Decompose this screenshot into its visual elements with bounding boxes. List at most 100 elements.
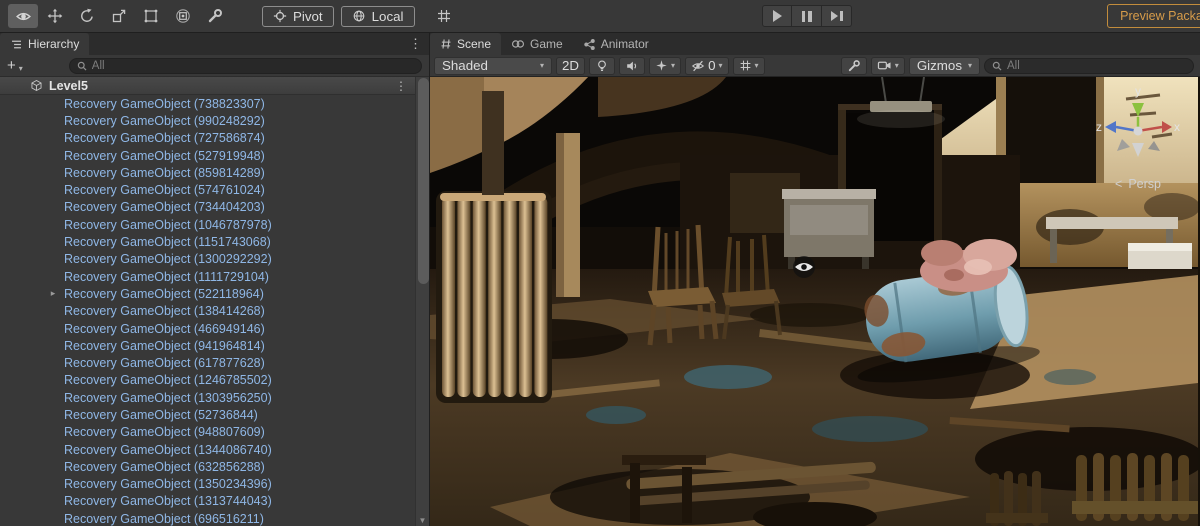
hierarchy-item[interactable]: Recovery GameObject (138414268) <box>0 303 429 320</box>
hierarchy-item[interactable]: Recovery GameObject (727586874) <box>0 130 429 147</box>
hierarchy-tab-label: Hierarchy <box>28 37 80 51</box>
hierarchy-item-label: Recovery GameObject (1046787978) <box>64 217 272 232</box>
chevron-down-icon: ▾ <box>718 61 723 70</box>
hierarchy-item[interactable]: Recovery GameObject (990248292) <box>0 112 429 129</box>
hierarchy-item[interactable]: Recovery GameObject (1111729104) <box>0 268 429 285</box>
game-tab-label: Game <box>530 37 563 51</box>
scene-audio-button[interactable] <box>619 56 646 75</box>
unity-editor: { "toolbar": { "pivot_label": "Pivot", "… <box>0 0 1200 526</box>
grid-snap-icon <box>436 8 452 24</box>
gizmos-dropdown[interactable]: Gizmos ▾ <box>908 56 980 75</box>
hierarchy-item[interactable]: Recovery GameObject (941964814) <box>0 337 429 354</box>
pivot-local-toggles: Pivot Local <box>262 5 415 27</box>
scene-lighting-button[interactable] <box>589 56 616 75</box>
hierarchy-item[interactable]: Recovery GameObject (1350234396) <box>0 476 429 493</box>
hierarchy-search-input[interactable] <box>91 59 415 72</box>
rotate-tool-button[interactable] <box>72 4 102 28</box>
radiator[interactable] <box>436 191 552 403</box>
globe-icon <box>352 9 366 23</box>
shading-mode-dropdown[interactable]: Shaded ▾ <box>434 56 552 75</box>
axis-x-label[interactable]: x <box>1174 120 1180 134</box>
hierarchy-item[interactable]: Recovery GameObject (1303956250) <box>0 389 429 406</box>
scrollbar-thumb[interactable] <box>417 78 429 284</box>
preview-packages-badge[interactable]: Preview Packages <box>1107 4 1200 28</box>
hierarchy-item[interactable]: Recovery GameObject (696516211) <box>0 510 429 526</box>
tab-game[interactable]: Game <box>501 33 573 55</box>
scene-search-input[interactable] <box>1007 59 1187 72</box>
search-icon <box>991 60 1003 72</box>
tab-animator[interactable]: Animator <box>573 33 659 55</box>
hierarchy-item[interactable]: Recovery GameObject (1300292292) <box>0 251 429 268</box>
hierarchy-item[interactable]: Recovery GameObject (52736844) <box>0 406 429 423</box>
rotate-icon <box>79 8 95 24</box>
chevron-down-icon: ▾ <box>894 61 899 70</box>
editor-tools-button[interactable] <box>840 56 867 75</box>
hierarchy-item[interactable]: Recovery GameObject (738823307) <box>0 95 429 112</box>
custom-tool-button[interactable] <box>200 4 230 28</box>
grid-snap-button[interactable] <box>429 4 459 28</box>
hierarchy-item[interactable]: Recovery GameObject (574761024) <box>0 181 429 198</box>
scene-tab-label: Scene <box>457 37 492 51</box>
scene-search[interactable] <box>984 57 1194 74</box>
step-icon <box>830 11 843 21</box>
foldout-icon[interactable]: ▸ <box>46 288 60 299</box>
create-object-button[interactable]: + ▾ <box>7 58 23 73</box>
hierarchy-item[interactable]: Recovery GameObject (617877628) <box>0 354 429 371</box>
hierarchy-item[interactable]: Recovery GameObject (1246785502) <box>0 372 429 389</box>
hierarchy-tabstrip: Hierarchy ⋮ <box>0 33 429 55</box>
scrollbar-down-icon[interactable]: ▼ <box>416 516 429 525</box>
hierarchy-panel-icon <box>10 38 23 51</box>
rect-tool-button[interactable] <box>136 4 166 28</box>
orientation-gizmo[interactable]: y x z <box>1092 79 1184 175</box>
scene-effects-dropdown[interactable]: ▾ <box>649 56 682 75</box>
hierarchy-item[interactable]: Recovery GameObject (1313744043) <box>0 493 429 510</box>
move-tool-button[interactable] <box>40 4 70 28</box>
hierarchy-item[interactable]: Recovery GameObject (948807609) <box>0 424 429 441</box>
scene-visibility-eye-icon[interactable] <box>793 256 815 278</box>
scene-row-level5[interactable]: Level5 ⋮ <box>0 77 429 95</box>
transform-tools <box>8 4 230 28</box>
pause-button[interactable] <box>792 5 822 27</box>
2d-toggle-button[interactable]: 2D <box>556 56 586 75</box>
hierarchy-item-label: Recovery GameObject (941964814) <box>64 338 265 353</box>
shading-mode-label: Shaded <box>442 58 488 73</box>
hierarchy-item[interactable]: Recovery GameObject (466949146) <box>0 320 429 337</box>
hierarchy-item-label: Recovery GameObject (574761024) <box>64 183 265 198</box>
pivot-toggle[interactable]: Pivot <box>262 5 334 27</box>
scene-visibility-button[interactable]: 0 ▾ <box>685 56 729 75</box>
hierarchy-search[interactable] <box>68 57 422 74</box>
scene-viewport[interactable]: y x z < Persp <box>430 77 1200 526</box>
hierarchy-menu-button[interactable]: ⋮ <box>409 36 422 52</box>
rect-tool-icon <box>143 8 159 24</box>
hierarchy-item[interactable]: Recovery GameObject (859814289) <box>0 164 429 181</box>
hierarchy-item[interactable]: ▸ Recovery GameObject (522118964) <box>0 285 429 302</box>
scene-tab-icon <box>440 38 452 50</box>
scene-menu-button[interactable]: ⋮ <box>395 79 407 93</box>
scene-grid-dropdown[interactable]: ▾ <box>732 56 765 75</box>
hierarchy-item[interactable]: Recovery GameObject (632856288) <box>0 458 429 475</box>
projection-toggle[interactable]: < Persp <box>1090 177 1186 191</box>
axis-z-label[interactable]: z <box>1096 120 1102 134</box>
hierarchy-item-label: Recovery GameObject (738823307) <box>64 96 265 111</box>
tab-scene[interactable]: Scene <box>430 33 502 55</box>
view-tool-button[interactable] <box>8 4 38 28</box>
hierarchy-item[interactable]: Recovery GameObject (1151743068) <box>0 233 429 250</box>
hierarchy-item[interactable]: Recovery GameObject (1344086740) <box>0 441 429 458</box>
hierarchy-scrollbar[interactable]: ▼ <box>415 77 429 526</box>
scene-tabstrip: Scene Game Animator <box>430 33 1200 55</box>
scale-tool-button[interactable] <box>104 4 134 28</box>
scene-render[interactable] <box>430 77 1198 526</box>
camera-settings-dropdown[interactable]: ▾ <box>870 56 905 75</box>
transform-tool-button[interactable] <box>168 4 198 28</box>
hierarchy-item[interactable]: Recovery GameObject (734404203) <box>0 199 429 216</box>
hierarchy-item[interactable]: Recovery GameObject (527919948) <box>0 147 429 164</box>
tab-hierarchy[interactable]: Hierarchy <box>0 33 90 55</box>
hierarchy-item-label: Recovery GameObject (466949146) <box>64 321 265 336</box>
local-toggle[interactable]: Local <box>340 5 415 27</box>
axis-y-label[interactable]: y <box>1135 84 1141 98</box>
step-button[interactable] <box>822 5 852 27</box>
play-button[interactable] <box>762 5 792 27</box>
hierarchy-item-label: Recovery GameObject (1303956250) <box>64 390 272 405</box>
hierarchy-item-label: Recovery GameObject (1300292292) <box>64 252 272 267</box>
hierarchy-item[interactable]: Recovery GameObject (1046787978) <box>0 216 429 233</box>
